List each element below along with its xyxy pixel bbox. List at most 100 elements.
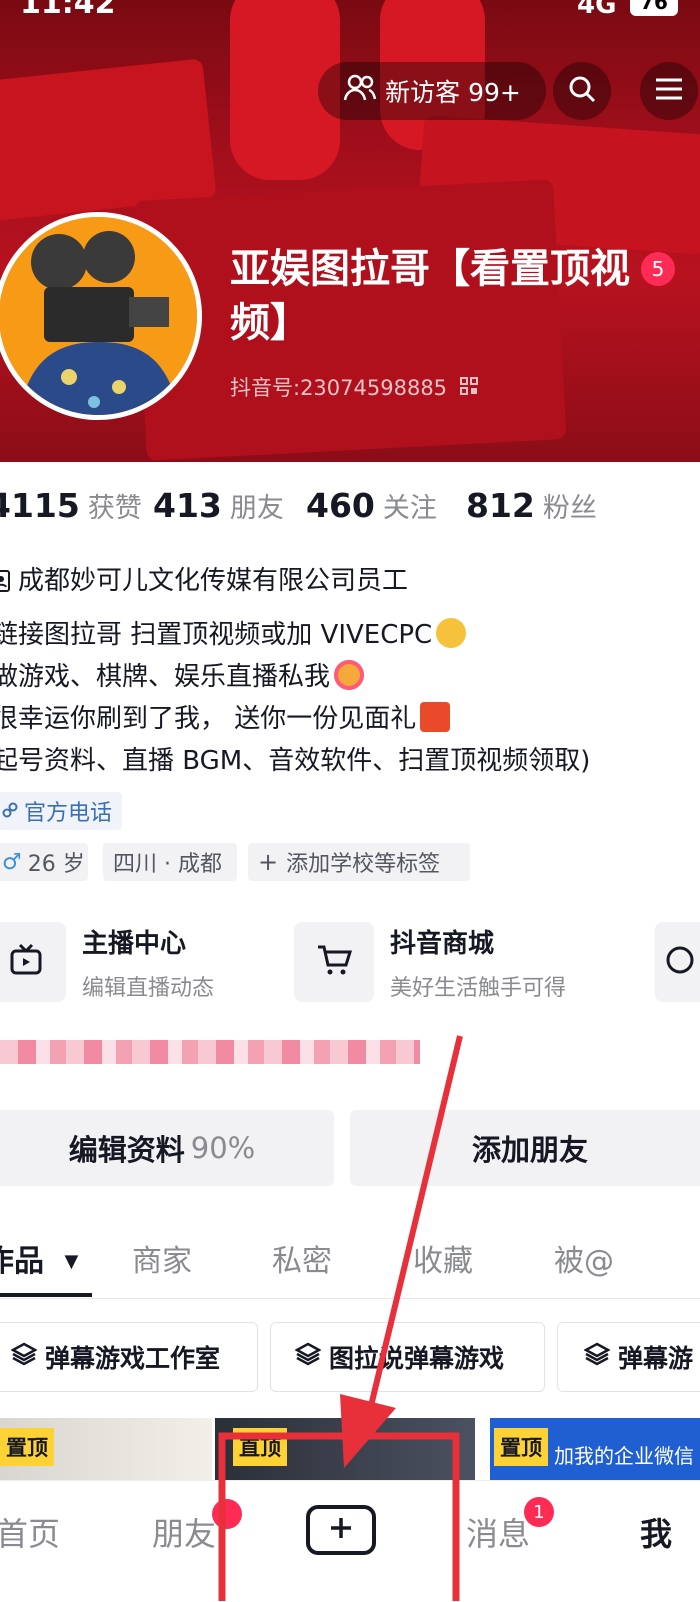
search-icon [567, 74, 597, 108]
clock-icon [665, 945, 695, 979]
redacted-content [0, 1040, 420, 1064]
tab-works-label: 作品 [0, 1244, 44, 1279]
nav-home[interactable]: 首页 [0, 1509, 60, 1555]
pinned-badge: 直顶 [233, 1428, 287, 1466]
bio-company-text: 成都妙可儿文化传媒有限公司员工 [18, 566, 409, 596]
nav-messages[interactable]: 消息 [466, 1509, 530, 1555]
tag-location: 四川 · 成都 [103, 843, 237, 881]
stat-label: 获赞 [87, 493, 142, 524]
friends-dot [212, 1499, 242, 1529]
video-thumbnail-3[interactable]: 置顶 加我的企业微信 [490, 1418, 700, 1488]
visitors-icon [343, 73, 377, 109]
smirk-emoji-icon [436, 618, 467, 648]
gift-emoji-icon [420, 702, 451, 732]
tab-divider [0, 1298, 700, 1299]
stat-following[interactable]: 460 关注 [306, 486, 437, 525]
pinned-badge: 置顶 [494, 1428, 548, 1466]
more-card-icon-box[interactable] [655, 922, 700, 1002]
link-icon [2, 799, 18, 824]
avatar-image [0, 217, 197, 415]
streamer-center-subtitle: 编辑直播动态 [82, 976, 215, 1001]
tab-mentions[interactable]: 被@ [554, 1236, 614, 1280]
video-thumbnail-1[interactable]: 置顶 [0, 1418, 212, 1488]
chip-label: 图拉说弹幕游戏 [329, 1344, 505, 1373]
bio-line-text: 很幸运你刷到了我， 送你一份见面礼 [0, 704, 417, 734]
video-thumbnail-2[interactable]: 直顶 [215, 1418, 475, 1488]
plus-icon [328, 1515, 354, 1545]
menu-icon [654, 76, 684, 106]
stat-value: 460 [306, 486, 375, 525]
pinned-badge: 置顶 [0, 1428, 54, 1466]
messages-badge: 1 [524, 1497, 554, 1527]
collection-chip-1[interactable]: 弹幕游戏工作室 [0, 1322, 258, 1392]
bio-line-4: 起号资料、直播 BGM、音效软件、扫置顶视频领取) [0, 740, 590, 777]
header-backdrop-box-1 [0, 58, 217, 222]
stat-friends[interactable]: 413 朋友 [153, 486, 284, 525]
id-card-icon [0, 569, 10, 599]
tv-icon [9, 943, 43, 981]
visitors-label: 新访客 99+ [385, 78, 521, 107]
layers-icon [583, 1342, 611, 1372]
bio-line-text: 链接图拉哥 扫置顶视频或加 VIVECPC [0, 620, 433, 650]
bio-line-3: 很幸运你刷到了我， 送你一份见面礼 [0, 698, 451, 735]
stat-label: 朋友 [229, 493, 284, 524]
tag-location-text: 四川 · 成都 [113, 852, 222, 877]
bio-line-1: 链接图拉哥 扫置顶视频或加 VIVECPC [0, 614, 467, 651]
tab-favorites[interactable]: 收藏 [413, 1236, 473, 1280]
add-friend-label: 添加朋友 [471, 1133, 588, 1167]
stat-likes[interactable]: 4115获赞 [0, 486, 142, 525]
status-time: 11:42 [20, 0, 116, 21]
layers-icon [294, 1342, 322, 1372]
douyin-mall-title[interactable]: 抖音商城 [390, 923, 494, 960]
bottom-navigation: 首页 朋友 消息 1 我 [0, 1480, 700, 1602]
add-friend-button[interactable]: 添加朋友 [350, 1110, 700, 1186]
stat-value: 413 [153, 486, 222, 525]
tag-age: ♂ 26 岁 [0, 843, 88, 881]
streamer-center-icon-box[interactable] [0, 922, 66, 1002]
streamer-center-title[interactable]: 主播中心 [82, 923, 186, 960]
search-button[interactable] [553, 62, 611, 120]
stat-value: 4115 [0, 486, 80, 525]
new-visitors-button[interactable]: 新访客 99+ [318, 62, 546, 120]
menu-button[interactable] [640, 62, 698, 120]
plus-icon: + [258, 848, 279, 876]
stat-label: 关注 [382, 493, 437, 524]
nav-me[interactable]: 我 [640, 1509, 672, 1555]
collection-chip-2[interactable]: 图拉说弹幕游戏 [270, 1322, 545, 1392]
shopping-cart-icon [316, 943, 353, 981]
stat-followers[interactable]: 812 粉丝 [466, 486, 597, 525]
edit-profile-label: 编辑资料 [68, 1133, 185, 1167]
tag-age-text: 26 岁 [27, 852, 85, 877]
active-tab-indicator [0, 1293, 92, 1297]
nav-friends[interactable]: 朋友 [152, 1509, 216, 1555]
douyin-mall-icon-box[interactable] [294, 922, 374, 1002]
tab-private[interactable]: 私密 [272, 1236, 332, 1280]
smiling-hearts-emoji-icon [334, 660, 365, 690]
add-school-tag-button[interactable]: + 添加学校等标签 [248, 843, 470, 881]
stat-label: 粉丝 [542, 493, 597, 524]
caret-down-icon: ▼ [64, 1251, 79, 1272]
bio-line-text: 做游戏、棋牌、娱乐直播私我 [0, 662, 331, 692]
tab-merchant[interactable]: 商家 [132, 1236, 192, 1280]
douyin-id[interactable]: 抖音号:23074598885 [230, 372, 478, 402]
chip-label: 弹幕游戏工作室 [45, 1344, 221, 1373]
tab-works[interactable]: 作品 ▼ [0, 1236, 78, 1280]
profile-header: 11:42 4G 76 新访客 99+ 亚娱图拉哥【看置顶视频】 5 抖音号:2… [0, 0, 700, 462]
male-icon: ♂ [2, 849, 22, 875]
stat-value: 812 [466, 486, 535, 525]
collection-chip-3[interactable]: 弹幕游 [557, 1322, 700, 1392]
official-phone-link[interactable]: 官方电话 [0, 792, 123, 830]
avatar[interactable] [0, 212, 202, 420]
edit-profile-button[interactable]: 编辑资料 90% [0, 1110, 334, 1186]
edit-profile-percent: 90% [190, 1131, 256, 1165]
douyin-id-text: 抖音号:23074598885 [230, 376, 448, 400]
create-post-button[interactable] [306, 1505, 376, 1555]
bio-company: 成都妙可儿文化传媒有限公司员工 [0, 560, 408, 599]
qr-code-icon [459, 376, 478, 400]
thumbnail-caption: 加我的企业微信 [554, 1444, 694, 1468]
notification-badge[interactable]: 5 [641, 252, 675, 286]
bio-line-2: 做游戏、棋牌、娱乐直播私我 [0, 656, 365, 693]
battery-level: 76 [640, 0, 668, 14]
chip-label: 弹幕游 [618, 1344, 694, 1373]
layers-icon [10, 1342, 38, 1372]
